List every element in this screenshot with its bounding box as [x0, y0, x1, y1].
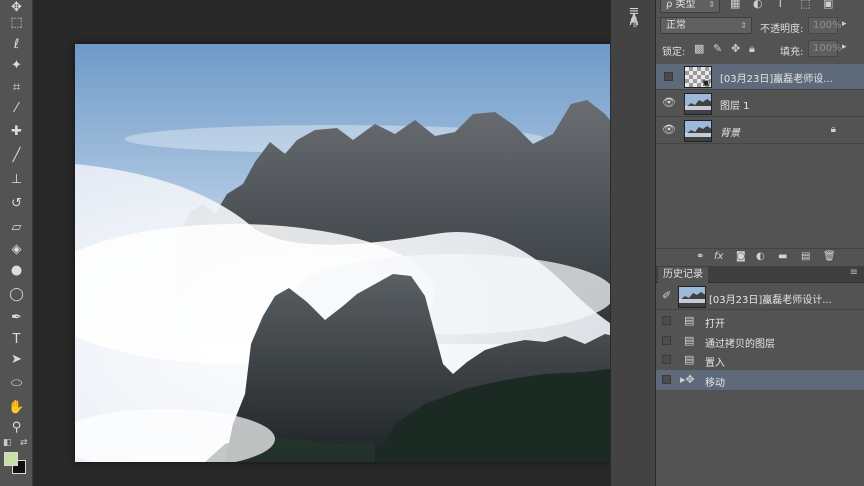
history-source-checkbox[interactable]: [662, 374, 671, 384]
lock-position-icon[interactable]: ✥: [731, 42, 740, 55]
brush-tool-icon[interactable]: ╱: [4, 145, 29, 165]
history-brush-tool-icon[interactable]: ↺: [4, 193, 29, 213]
link-layers-icon[interactable]: ⚭: [696, 251, 704, 262]
tools-panel: ✥ ⬚ ℓ ✦ ⌗ ⁄ ✚ ╱ ⊥ ↺ ▱ ◈ ● ◯ ✒ T ➤ ⬭ ✋ ⚲ ◧ ⇄: [0, 0, 33, 486]
history-tab-strip: 历史记录 ≡: [656, 266, 864, 283]
eraser-tool-icon[interactable]: ▱: [4, 217, 29, 237]
lock-transparent-icon[interactable]: ▩: [694, 42, 704, 55]
layer-lock-icon: 🔒︎: [830, 124, 836, 135]
magic-wand-tool-icon[interactable]: ✦: [4, 55, 29, 75]
lock-all-icon[interactable]: 🔒︎: [749, 42, 755, 56]
document-canvas[interactable]: [75, 44, 632, 462]
history-source-checkbox[interactable]: [662, 335, 671, 345]
lock-image-icon[interactable]: ✎: [713, 42, 722, 55]
fill-label: 填充:: [780, 47, 804, 58]
dodge-tool-icon[interactable]: ◯: [4, 284, 29, 304]
history-item[interactable]: ▤ 通过拷贝的图层: [656, 331, 864, 351]
path-selection-tool-icon[interactable]: ➤: [4, 349, 29, 369]
layer-thumbnail: ▣: [684, 66, 712, 88]
type-tool-icon[interactable]: T: [4, 329, 29, 349]
pen-tool-icon[interactable]: ✒: [4, 307, 29, 327]
collapsed-panel-dock: ≡ A A ¶: [610, 0, 656, 486]
history-item-label: 移动: [705, 377, 725, 389]
layers-and-history-panels: ρ 类型 ⇕ ▦ ◐ T ⬚ ▣ 正常 ⇕ 不透明度: 100% ▸ 锁定: ▩…: [656, 0, 864, 486]
tab-history[interactable]: 历史记录: [658, 267, 708, 283]
opacity-label: 不透明度:: [760, 24, 804, 35]
snapshot-thumbnail: [678, 286, 706, 308]
blur-tool-icon[interactable]: ●: [4, 260, 29, 280]
canvas-image-mountains: [75, 44, 632, 462]
fill-slider-arrow-icon[interactable]: ▸: [842, 42, 847, 52]
filter-pixel-icon[interactable]: ▦: [730, 0, 740, 10]
panel-menu-icon[interactable]: ≡: [850, 267, 858, 278]
layer-row[interactable]: ▣ [03月23日]蠃磊老师设...: [656, 64, 864, 90]
move-icon: ▸✥: [680, 372, 695, 386]
stamp-tool-icon[interactable]: ⊥: [4, 169, 29, 189]
layers-panel-footer: ⚭ fx ◙ ◐ ▬ ▤ 🗑︎: [656, 248, 864, 266]
delete-layer-icon[interactable]: 🗑︎: [823, 251, 836, 262]
layer-row[interactable]: 👁︎ 背景 🔒︎: [656, 118, 864, 144]
history-item-label: 打开: [705, 319, 725, 330]
chevron-down-icon: ⇕: [740, 21, 747, 30]
layer-row[interactable]: 👁︎ 图层 1: [656, 91, 864, 117]
layer-filter-dropdown[interactable]: ρ 类型 ⇕: [660, 0, 720, 13]
healing-brush-tool-icon[interactable]: ✚: [4, 121, 29, 141]
new-group-icon[interactable]: ▬: [778, 251, 787, 262]
opacity-slider-arrow-icon[interactable]: ▸: [842, 19, 847, 29]
history-source-checkbox[interactable]: [662, 316, 671, 325]
fill-field[interactable]: 100%: [808, 40, 842, 57]
document-icon: ▤: [684, 333, 695, 347]
marquee-tool-icon[interactable]: ⬚: [4, 12, 29, 32]
visibility-toggle-off[interactable]: [664, 72, 673, 81]
add-mask-icon[interactable]: ◙: [736, 251, 746, 262]
history-item-label: 通过拷贝的图层: [705, 338, 775, 350]
paragraph-panel-icon[interactable]: ¶: [623, 13, 645, 31]
history-item-label: 置入: [705, 358, 725, 369]
blend-mode-value: 正常: [666, 20, 686, 31]
swap-colors-icon[interactable]: ⇄: [20, 438, 28, 448]
layer-name: [03月23日]蠃磊老师设...: [720, 74, 833, 85]
lock-label: 锁定:: [662, 47, 686, 58]
new-layer-icon[interactable]: ▤: [801, 251, 810, 262]
document-icon: ▤: [684, 353, 695, 366]
visibility-eye-icon[interactable]: 👁︎: [662, 123, 676, 137]
document-workspace: [33, 0, 632, 486]
crop-tool-icon[interactable]: ⌗: [4, 77, 29, 97]
history-brush-source-icon[interactable]: ✐: [662, 289, 671, 302]
history-item[interactable]: ▤ 置入: [656, 350, 864, 370]
blend-mode-dropdown[interactable]: 正常 ⇕: [660, 17, 752, 34]
zoom-tool-icon[interactable]: ⚲: [4, 417, 29, 437]
paint-bucket-tool-icon[interactable]: ◈: [4, 239, 29, 259]
filter-smart-object-icon[interactable]: ▣: [823, 0, 833, 10]
filter-adjustment-icon[interactable]: ◐: [753, 0, 763, 10]
shape-tool-icon[interactable]: ⬭: [4, 373, 29, 393]
filter-shape-icon[interactable]: ⬚: [800, 0, 810, 10]
opacity-field[interactable]: 100%: [808, 17, 842, 34]
hand-tool-icon[interactable]: ✋: [4, 397, 29, 417]
layer-thumbnail: [684, 93, 712, 115]
document-icon: ▤: [684, 314, 695, 327]
layer-thumbnail: [684, 120, 712, 142]
snapshot-label: [03月23日]蠃磊老师设计...: [709, 295, 832, 306]
layer-filter-label: ρ 类型: [666, 0, 696, 10]
eyedropper-tool-icon[interactable]: ⁄: [4, 98, 29, 118]
default-colors-icon[interactable]: ◧: [3, 438, 12, 448]
chevron-down-icon: ⇕: [708, 0, 715, 9]
lasso-tool-icon[interactable]: ℓ: [4, 34, 29, 54]
layer-style-icon[interactable]: fx: [714, 251, 723, 262]
layer-name: 图层 1: [720, 101, 750, 112]
foreground-color-swatch[interactable]: [4, 452, 18, 466]
history-source-checkbox[interactable]: [662, 355, 671, 364]
history-item[interactable]: ▸✥ 移动: [656, 369, 864, 390]
history-item[interactable]: ▤ 打开: [656, 311, 864, 331]
adjustment-layer-icon[interactable]: ◐: [756, 251, 765, 262]
history-snapshot[interactable]: ✐ [03月23日]蠃磊老师设计...: [656, 284, 864, 310]
layer-name: 背景: [720, 128, 740, 139]
filter-type-icon[interactable]: T: [777, 0, 784, 10]
visibility-eye-icon[interactable]: 👁︎: [662, 96, 676, 110]
